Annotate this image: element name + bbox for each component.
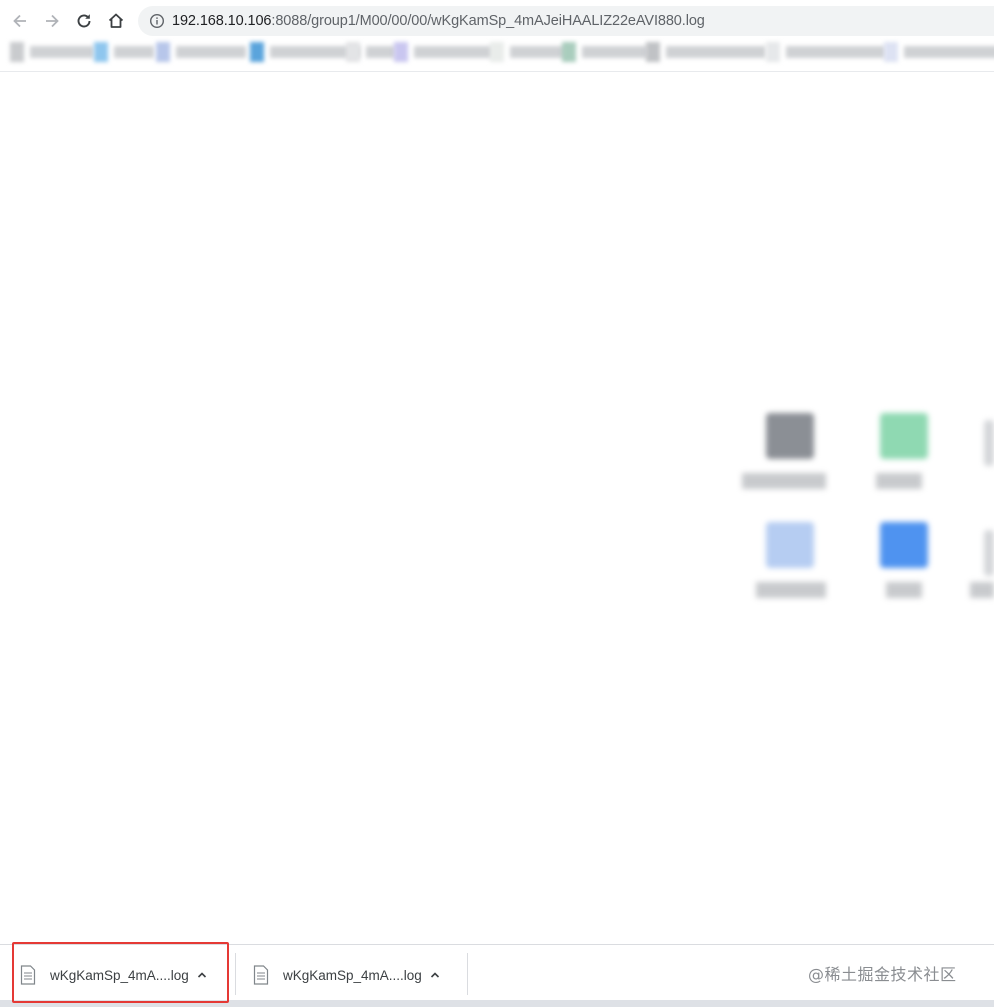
bookmark-item[interactable] — [766, 40, 886, 64]
reload-button[interactable] — [72, 9, 96, 33]
arrow-right-icon — [46, 14, 59, 28]
file-icon — [253, 965, 269, 985]
bookmark-item[interactable] — [884, 40, 994, 64]
bookmarks-bar — [0, 36, 994, 72]
shortcut-icon — [984, 530, 994, 576]
download-separator — [467, 953, 468, 995]
bookmark-item[interactable] — [394, 40, 494, 64]
reload-icon — [77, 14, 91, 28]
site-info-button[interactable] — [142, 6, 172, 36]
watermark-text: @稀土掘金技术社区 — [808, 965, 957, 984]
chevron-up-icon — [430, 972, 440, 978]
shortcut-label — [876, 473, 922, 489]
browser-toolbar: 192.168.10.106:8088/group1/M00/00/00/wKg… — [0, 0, 994, 40]
bookmark-item[interactable] — [250, 40, 360, 64]
download-menu-button[interactable] — [425, 965, 445, 985]
url-text: 192.168.10.106:8088/group1/M00/00/00/wKg… — [172, 13, 705, 29]
info-icon — [149, 13, 165, 29]
bookmark-item[interactable] — [562, 40, 648, 64]
url-path: :8088/group1/M00/00/00/wKgKamSp_4mAJeiHA… — [271, 13, 705, 29]
shortcut-icon — [984, 420, 994, 466]
forward-button[interactable] — [40, 9, 64, 33]
back-button[interactable] — [8, 9, 32, 33]
download-separator — [235, 953, 236, 995]
url-host: 192.168.10.106 — [172, 13, 272, 29]
home-icon — [108, 13, 124, 28]
arrow-left-icon — [13, 14, 26, 28]
shortcut-label — [886, 582, 922, 598]
shortcut-label — [756, 582, 826, 598]
bookmark-item[interactable] — [490, 40, 570, 64]
bookmark-item[interactable] — [156, 40, 246, 64]
bookmark-item[interactable] — [10, 40, 94, 64]
address-bar[interactable]: 192.168.10.106:8088/group1/M00/00/00/wKg… — [138, 6, 994, 36]
download-filename: wKgKamSp_4mA....log — [283, 967, 422, 983]
home-button[interactable] — [104, 9, 128, 33]
shortcut-icon — [880, 522, 928, 568]
shortcut-icon — [766, 413, 814, 459]
bookmark-item[interactable] — [346, 40, 396, 64]
bookmark-item[interactable] — [94, 40, 154, 64]
highlight-box — [12, 942, 229, 1003]
bookmark-item[interactable] — [646, 40, 766, 64]
shortcut-label — [970, 582, 994, 598]
download-item[interactable]: wKgKamSp_4mA....log — [245, 955, 445, 995]
shortcut-icon — [880, 413, 928, 459]
shortcut-label — [742, 473, 826, 489]
shortcut-icon — [766, 522, 814, 568]
